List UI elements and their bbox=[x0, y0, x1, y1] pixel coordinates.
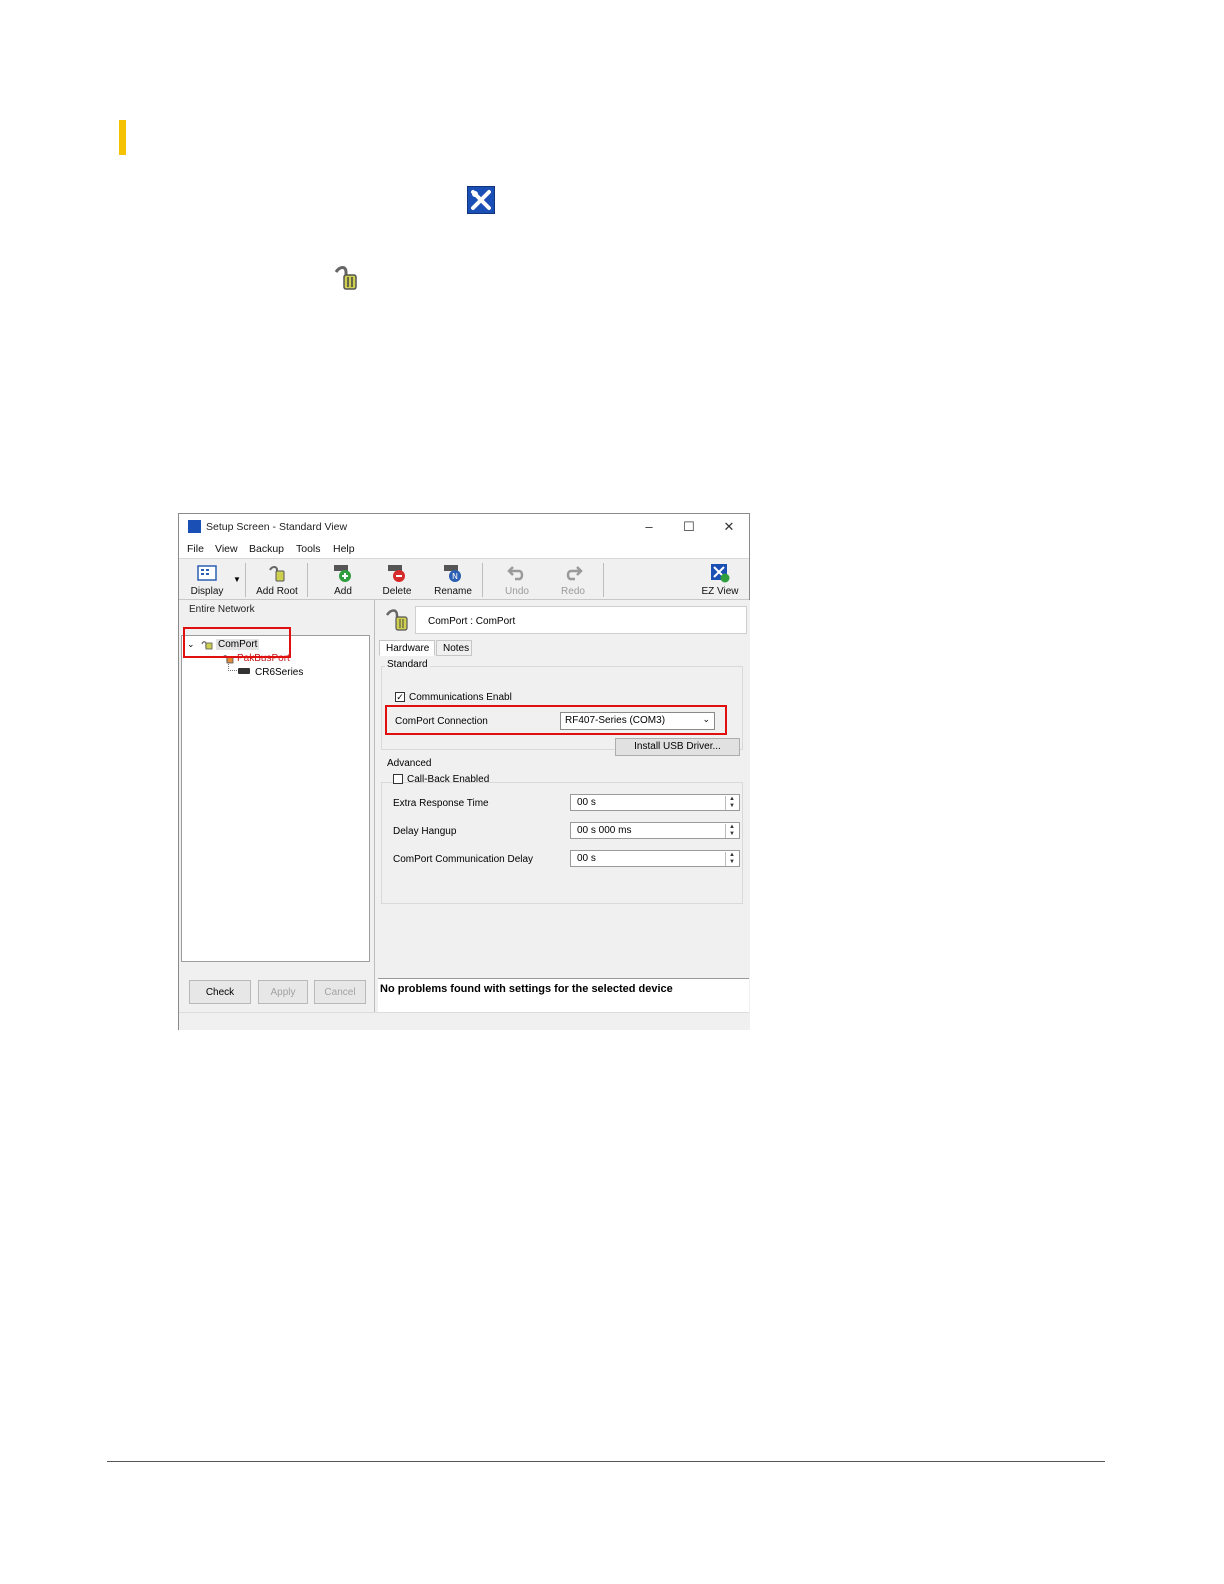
comport-communication-delay-label: ComPort Communication Delay bbox=[393, 854, 534, 865]
extra-response-time-label: Extra Response Time bbox=[393, 798, 489, 809]
device-header: ComPort : ComPort bbox=[415, 606, 747, 634]
window-status-bar bbox=[179, 1012, 749, 1030]
minimize-button[interactable]: – bbox=[634, 518, 664, 536]
network-tree: ⌄ ComPort PakBusPort CR6Series bbox=[181, 635, 370, 962]
menu-view[interactable]: View bbox=[215, 543, 238, 555]
checkmark-icon: ✓ bbox=[396, 692, 404, 702]
communications-enabled-label: Communications Enabl bbox=[409, 692, 512, 703]
comport-icon bbox=[269, 566, 285, 582]
svg-text:N: N bbox=[452, 572, 458, 581]
network-pane: Entire Network ⌄ ComPort PakBusPort CR6S… bbox=[179, 600, 372, 1030]
communications-enabled-checkbox[interactable]: ✓ bbox=[395, 692, 405, 702]
spinner-arrows-icon[interactable]: ▲ ▼ bbox=[725, 824, 738, 838]
cancel-button[interactable]: Cancel bbox=[314, 980, 366, 1004]
toolbar: Display ▼ Add Root Add Delete N Rename U… bbox=[179, 558, 749, 600]
display-button[interactable]: Display bbox=[185, 561, 229, 599]
toolbar-separator bbox=[603, 563, 604, 597]
extra-response-time-value: 00 s bbox=[577, 797, 596, 808]
status-message: No problems found with settings for the … bbox=[380, 983, 673, 995]
menu-backup[interactable]: Backup bbox=[249, 543, 284, 555]
comport-icon bbox=[383, 606, 411, 634]
menu-bar: File View Backup Tools Help bbox=[179, 540, 749, 558]
section-accent-bar bbox=[119, 120, 126, 155]
ez-view-button[interactable]: EZ View bbox=[695, 561, 745, 599]
undo-button[interactable]: Undo bbox=[497, 561, 537, 599]
menu-help[interactable]: Help bbox=[333, 543, 355, 555]
maximize-button[interactable]: ☐ bbox=[674, 518, 704, 536]
tree-item-cr6series[interactable]: CR6Series bbox=[255, 667, 303, 678]
delete-button[interactable]: Delete bbox=[377, 561, 417, 599]
rename-icon: N bbox=[444, 565, 461, 582]
settings-pane: ComPort : ComPort Hardware Notes Standar… bbox=[374, 600, 750, 1030]
add-icon bbox=[334, 565, 351, 582]
window-title: Setup Screen - Standard View bbox=[206, 521, 348, 533]
menu-file[interactable]: File bbox=[187, 543, 204, 555]
setup-screen-icon bbox=[467, 186, 495, 214]
add-button[interactable]: Add bbox=[323, 561, 363, 599]
callback-enabled-checkbox[interactable] bbox=[393, 774, 403, 784]
app-icon bbox=[188, 520, 201, 533]
toolbar-separator bbox=[482, 563, 483, 597]
toolbar-separator bbox=[307, 563, 308, 597]
standard-group-title: Standard bbox=[385, 659, 430, 670]
delay-hangup-label: Delay Hangup bbox=[393, 826, 457, 837]
ez-view-icon bbox=[711, 564, 730, 583]
callback-enabled-label: Call-Back Enabled bbox=[407, 774, 490, 785]
tab-hardware[interactable]: Hardware bbox=[379, 640, 435, 656]
toolbar-separator bbox=[245, 563, 246, 597]
display-dropdown-arrow-icon[interactable]: ▼ bbox=[233, 575, 241, 584]
tab-notes[interactable]: Notes bbox=[436, 640, 472, 656]
advanced-group-title: Advanced bbox=[385, 758, 434, 769]
setup-screen-window: Setup Screen - Standard View – ☐ ✕ File … bbox=[178, 513, 750, 1030]
redo-icon bbox=[566, 566, 583, 581]
menu-tools[interactable]: Tools bbox=[296, 543, 321, 555]
entire-network-label: Entire Network bbox=[189, 604, 255, 615]
check-button[interactable]: Check bbox=[189, 980, 251, 1004]
comport-icon bbox=[330, 262, 362, 294]
comport-communication-delay-value: 00 s bbox=[577, 853, 596, 864]
add-root-button[interactable]: Add Root bbox=[253, 561, 301, 599]
delay-hangup-value: 00 s 000 ms bbox=[577, 825, 632, 836]
redo-button[interactable]: Redo bbox=[553, 561, 593, 599]
undo-icon bbox=[507, 566, 524, 581]
install-usb-driver-button[interactable]: Install USB Driver... bbox=[615, 738, 740, 756]
datalogger-icon bbox=[238, 668, 250, 674]
footer-rule bbox=[107, 1461, 1105, 1462]
delete-icon bbox=[388, 565, 405, 582]
device-header-title: ComPort : ComPort bbox=[428, 616, 516, 627]
spinner-arrows-icon[interactable]: ▲ ▼ bbox=[725, 852, 738, 866]
delay-hangup-input[interactable]: 00 s 000 ms ▲ ▼ bbox=[570, 822, 740, 839]
display-icon bbox=[197, 565, 217, 581]
comport-highlight-box bbox=[183, 627, 291, 658]
spinner-arrows-icon[interactable]: ▲ ▼ bbox=[725, 796, 738, 810]
status-message-box: No problems found with settings for the … bbox=[378, 978, 749, 1012]
extra-response-time-input[interactable]: 00 s ▲ ▼ bbox=[570, 794, 740, 811]
comport-connection-highlight-box bbox=[385, 705, 727, 735]
apply-button[interactable]: Apply bbox=[258, 980, 308, 1004]
comport-communication-delay-input[interactable]: 00 s ▲ ▼ bbox=[570, 850, 740, 867]
title-bar: Setup Screen - Standard View – ☐ ✕ bbox=[179, 514, 749, 540]
rename-button[interactable]: N Rename bbox=[431, 561, 475, 599]
close-button[interactable]: ✕ bbox=[714, 518, 744, 536]
